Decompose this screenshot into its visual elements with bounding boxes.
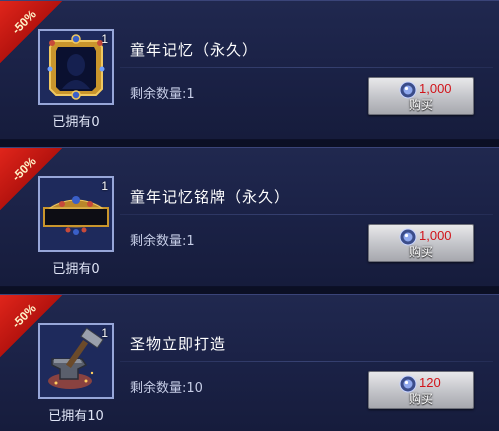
divider — [120, 361, 493, 362]
owned-count: 已拥有0 — [52, 115, 100, 130]
shop-item-card: -50% 1 已拥有10 圣物立即打造 剩余数量:10 120 购买 — [0, 294, 499, 431]
shop-item-list: -50% 1 已拥有0 童年记忆（永久） 剩余数量:1 1,000 购买 -50… — [0, 0, 499, 431]
owned-count: 已拥有0 — [52, 262, 100, 277]
divider — [120, 214, 493, 215]
item-count: 1 — [101, 32, 108, 46]
buy-label: 购买 — [408, 245, 433, 259]
buy-button[interactable]: 1,000 购买 — [368, 77, 474, 115]
item-slot[interactable]: 1 — [38, 323, 114, 399]
item-name: 圣物立即打造 — [130, 335, 227, 353]
item-slot[interactable]: 1 — [38, 29, 114, 105]
buy-label: 购买 — [408, 392, 433, 406]
item-name: 童年记忆铭牌（永久） — [130, 188, 291, 206]
buy-button[interactable]: 120 购买 — [368, 371, 474, 409]
remaining-quantity: 剩余数量:1 — [130, 87, 195, 102]
buy-button[interactable]: 1,000 购买 — [368, 224, 474, 262]
shop-item-card: -50% 1 已拥有0 童年记忆（永久） 剩余数量:1 1,000 购买 — [0, 0, 499, 140]
divider — [120, 67, 493, 68]
item-count: 1 — [101, 179, 108, 193]
remaining-quantity: 剩余数量:1 — [130, 234, 195, 249]
item-count: 1 — [101, 326, 108, 340]
price: 1,000 — [419, 81, 452, 96]
item-slot[interactable]: 1 — [38, 176, 114, 252]
shop-item-card: -50% 1 已拥有0 童年记忆铭牌（永久） 剩余数量:1 1,000 购买 — [0, 147, 499, 287]
price: 120 — [419, 375, 441, 390]
buy-label: 购买 — [408, 98, 433, 112]
item-name: 童年记忆（永久） — [130, 41, 259, 59]
owned-count: 已拥有10 — [48, 409, 104, 424]
price: 1,000 — [419, 228, 452, 243]
remaining-quantity: 剩余数量:10 — [130, 381, 203, 396]
